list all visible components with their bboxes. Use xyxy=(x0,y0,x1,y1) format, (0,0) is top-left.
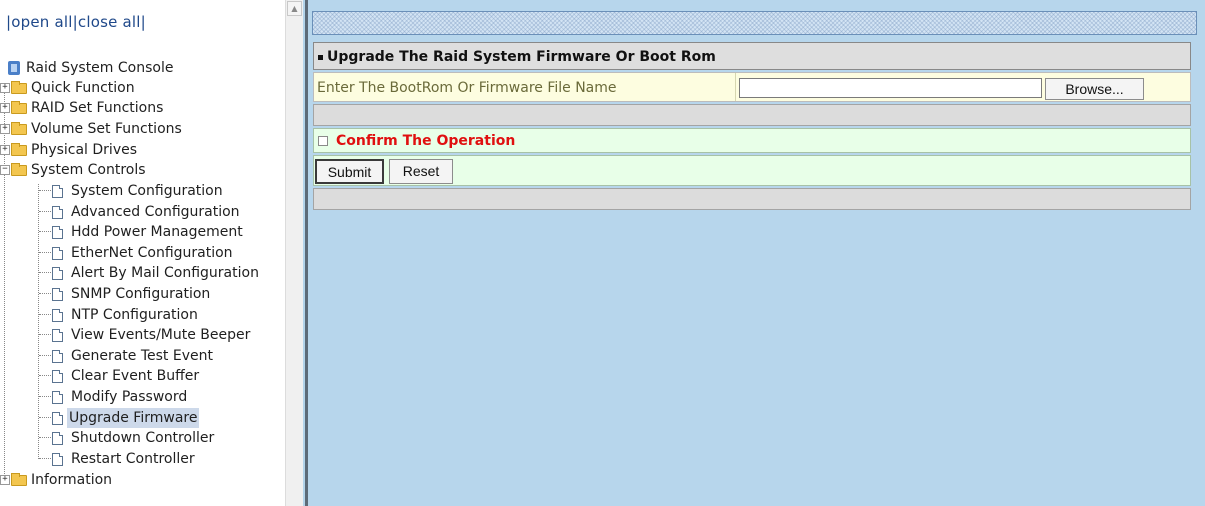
console-icon xyxy=(8,61,20,75)
sidebar-item-label: Generate Test Event xyxy=(71,348,213,364)
sidebar-item-label: EtherNet Configuration xyxy=(71,245,233,261)
sidebar-item-shutdown-controller[interactable]: Shutdown Controller xyxy=(0,428,285,448)
spacer-row xyxy=(313,104,1191,126)
tree-root-label: Raid System Console xyxy=(26,60,174,76)
expand-plus-icon[interactable]: + xyxy=(0,83,10,93)
folder-icon xyxy=(11,473,27,486)
sidebar-item-snmp-configuration[interactable]: SNMP Configuration xyxy=(0,284,285,304)
page-icon xyxy=(52,247,63,260)
sidebar-item-modify-password[interactable]: Modify Password xyxy=(0,387,285,407)
form-title: Upgrade The Raid System Firmware Or Boot… xyxy=(327,49,716,65)
sidebar-item-label: Advanced Configuration xyxy=(71,204,240,220)
cell-separator xyxy=(735,73,736,101)
expand-plus-icon[interactable]: + xyxy=(0,145,10,155)
page-icon xyxy=(52,432,63,445)
sidebar-item-label: Information xyxy=(31,472,113,488)
sidebar-item-label: NTP Configuration xyxy=(71,307,198,323)
sidebar-item-label: System Configuration xyxy=(71,183,223,199)
sidebar-item-label: RAID Set Functions xyxy=(31,100,164,116)
sidebar-item-raid-set-functions[interactable]: + RAID Set Functions xyxy=(0,98,285,118)
page-icon xyxy=(52,453,63,466)
content-pane: Upgrade The Raid System Firmware Or Boot… xyxy=(308,0,1205,506)
tree-root[interactable]: Raid System Console xyxy=(8,58,175,78)
sidebar-item-system-controls[interactable]: − System Controls xyxy=(0,160,285,180)
sidebar-item-advanced-configuration[interactable]: Advanced Configuration xyxy=(0,202,285,222)
expand-collapse-links: |open all|close all| xyxy=(6,13,146,31)
expand-plus-icon[interactable]: + xyxy=(0,124,10,134)
page-icon xyxy=(52,267,63,280)
close-all-link[interactable]: close all xyxy=(78,13,141,31)
spacer-row xyxy=(313,188,1191,210)
page-icon xyxy=(52,391,63,404)
confirm-label[interactable]: Confirm The Operation xyxy=(336,129,515,154)
collapse-minus-icon[interactable]: − xyxy=(0,165,10,175)
submit-button[interactable]: Submit xyxy=(315,159,384,184)
open-all-link[interactable]: open all xyxy=(11,13,72,31)
sidebar-item-quick-function[interactable]: + Quick Function xyxy=(0,78,285,98)
sidebar-item-label: Upgrade Firmware xyxy=(67,408,200,428)
navigation-pane: |open all|close all| Raid System Console… xyxy=(0,0,285,506)
page-icon xyxy=(52,309,63,322)
nav-scrollbar[interactable]: ▲ xyxy=(285,0,303,506)
page-icon xyxy=(52,350,63,363)
sidebar-item-label: Shutdown Controller xyxy=(71,430,215,446)
page-icon xyxy=(52,185,63,198)
page-icon xyxy=(52,206,63,219)
expand-plus-icon[interactable]: + xyxy=(0,475,10,485)
sidebar-item-alert-by-mail-configuration[interactable]: Alert By Mail Configuration xyxy=(0,263,285,283)
folder-icon xyxy=(11,122,27,135)
sidebar-item-generate-test-event[interactable]: Generate Test Event xyxy=(0,346,285,366)
confirm-row: Confirm The Operation xyxy=(313,128,1191,153)
scroll-up-arrow-icon[interactable]: ▲ xyxy=(287,1,302,16)
folder-icon xyxy=(11,81,27,94)
sidebar-item-label: Clear Event Buffer xyxy=(71,368,200,384)
page-icon xyxy=(52,329,63,342)
expand-plus-icon[interactable]: + xyxy=(0,103,10,113)
sidebar-item-label: Physical Drives xyxy=(31,142,138,158)
sidebar-item-volume-set-functions[interactable]: + Volume Set Functions xyxy=(0,119,285,139)
sidebar-item-view-events[interactable]: View Events/Mute Beeper xyxy=(0,325,285,345)
sidebar-item-ethernet-configuration[interactable]: EtherNet Configuration xyxy=(0,243,285,263)
sidebar-item-label: Hdd Power Management xyxy=(71,224,243,240)
sidebar-item-information[interactable]: + Information xyxy=(0,470,285,490)
page-icon xyxy=(52,412,63,425)
file-row: Enter The BootRom Or Firmware File Name … xyxy=(313,72,1191,102)
sidebar-item-ntp-configuration[interactable]: NTP Configuration xyxy=(0,305,285,325)
sidebar-item-upgrade-firmware[interactable]: Upgrade Firmware xyxy=(0,408,285,428)
sidebar-item-restart-controller[interactable]: Restart Controller xyxy=(0,449,285,469)
folder-icon xyxy=(11,143,27,156)
actions-row: Submit Reset xyxy=(313,155,1191,186)
sidebar-item-label: Quick Function xyxy=(31,80,135,96)
bullet-icon xyxy=(318,54,323,60)
sidebar-item-physical-drives[interactable]: + Physical Drives xyxy=(0,140,285,160)
sidebar-item-label: System Controls xyxy=(31,162,146,178)
sidebar-item-label: Restart Controller xyxy=(71,451,195,467)
file-label: Enter The BootRom Or Firmware File Name xyxy=(317,80,617,96)
page-icon xyxy=(52,288,63,301)
confirm-checkbox[interactable] xyxy=(318,136,328,146)
folder-open-icon xyxy=(11,163,27,176)
sidebar-item-label: Volume Set Functions xyxy=(31,121,182,137)
header-banner xyxy=(312,11,1197,35)
folder-icon xyxy=(11,101,27,114)
sidebar-item-label: Alert By Mail Configuration xyxy=(71,265,259,281)
sidebar-item-clear-event-buffer[interactable]: Clear Event Buffer xyxy=(0,366,285,386)
sidebar-item-hdd-power-management[interactable]: Hdd Power Management xyxy=(0,222,285,242)
sidebar-item-label: View Events/Mute Beeper xyxy=(71,327,251,343)
file-name-input[interactable] xyxy=(739,78,1042,98)
separator: | xyxy=(140,13,146,31)
sidebar-item-label: Modify Password xyxy=(71,389,188,405)
form-header: Upgrade The Raid System Firmware Or Boot… xyxy=(313,42,1191,70)
sidebar-item-label: SNMP Configuration xyxy=(71,286,211,302)
reset-button[interactable]: Reset xyxy=(389,159,453,184)
browse-button[interactable]: Browse... xyxy=(1045,78,1144,100)
page-icon xyxy=(52,370,63,383)
sidebar-item-system-configuration[interactable]: System Configuration xyxy=(0,181,285,201)
page-icon xyxy=(52,226,63,239)
